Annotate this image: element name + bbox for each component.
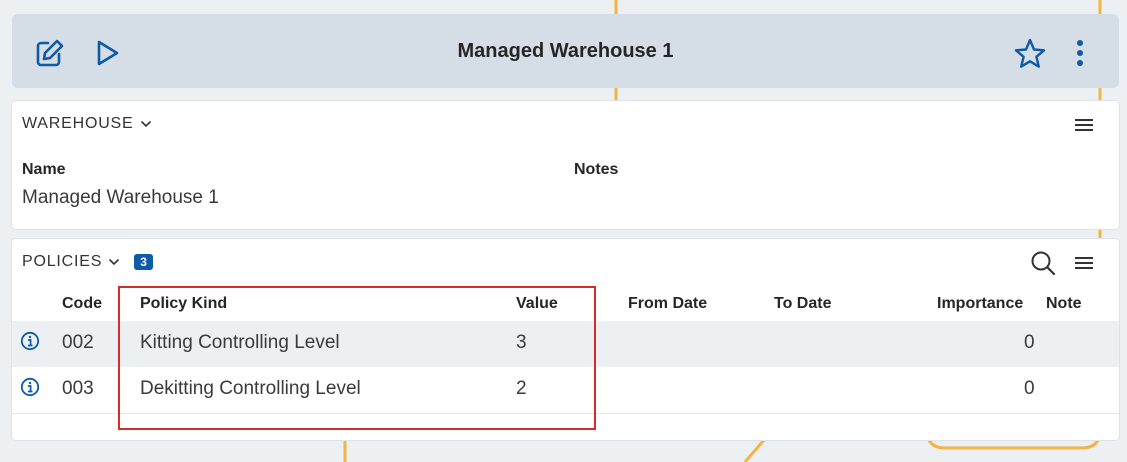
record-header: Managed Warehouse 1 <box>12 14 1119 88</box>
name-label: Name <box>22 161 66 178</box>
highlight-box <box>118 286 596 430</box>
importance-cell: 0 <box>1024 332 1035 353</box>
more-vertical-icon <box>1077 40 1083 66</box>
warehouse-card: WAREHOUSE Name Managed Warehouse 1 Notes <box>12 101 1119 229</box>
edit-icon <box>36 39 64 67</box>
hamburger-menu-icon <box>1075 119 1093 131</box>
code-cell: 002 <box>62 332 94 353</box>
hamburger-menu-icon <box>1075 257 1093 269</box>
edit-button[interactable] <box>32 36 66 70</box>
column-header-importance[interactable]: Importance <box>937 295 1023 313</box>
page-title: Managed Warehouse 1 <box>457 40 674 62</box>
code-cell: 003 <box>62 378 94 399</box>
importance-cell: 0 <box>1024 378 1035 399</box>
column-header-to-date[interactable]: To Date <box>774 295 831 313</box>
warehouse-section-toggle[interactable]: WAREHOUSE <box>22 115 152 133</box>
more-options-button[interactable] <box>1068 36 1092 70</box>
name-value: Managed Warehouse 1 <box>22 187 219 208</box>
count-badge: 3 <box>134 254 153 270</box>
column-header-note[interactable]: Note <box>1046 295 1082 313</box>
warehouse-menu-button[interactable] <box>1072 115 1096 135</box>
column-header-from-date[interactable]: From Date <box>628 295 707 313</box>
policies-menu-button[interactable] <box>1072 253 1096 273</box>
chevron-down-icon <box>140 120 152 128</box>
section-heading: WAREHOUSE <box>22 115 134 132</box>
run-button[interactable] <box>90 36 124 70</box>
info-icon[interactable] <box>20 377 40 402</box>
info-icon[interactable] <box>20 331 40 356</box>
column-header-code[interactable]: Code <box>62 295 102 313</box>
policies-section-toggle[interactable]: POLICIES 3 <box>22 253 153 271</box>
section-heading: POLICIES <box>22 253 103 270</box>
search-button[interactable] <box>1028 249 1058 277</box>
search-icon <box>1031 251 1056 276</box>
play-icon <box>97 40 119 66</box>
favorite-button[interactable] <box>1012 36 1048 72</box>
chevron-down-icon <box>108 258 120 266</box>
notes-label: Notes <box>574 161 619 178</box>
star-icon <box>1014 38 1046 68</box>
